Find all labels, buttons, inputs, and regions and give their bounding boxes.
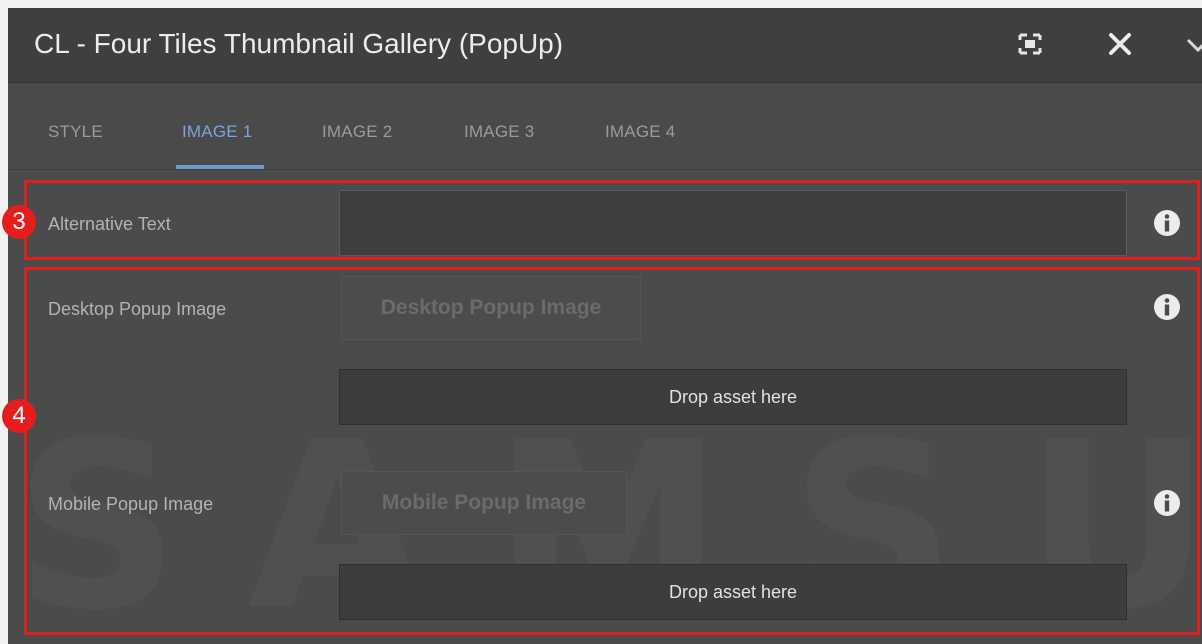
tab-image-1[interactable]: IMAGE 1 [182,122,252,142]
close-icon [1109,33,1131,55]
close-button[interactable] [1102,26,1138,62]
annotation-badge-3: 3 [2,205,36,239]
fullscreen-icon [1018,33,1042,55]
component-dialog: CL - Four Tiles Thumbnail Gallery (PopUp… [8,8,1202,644]
tab-style[interactable]: STYLE [48,122,103,142]
active-tab-indicator [176,165,264,169]
tab-bar: STYLE IMAGE 1 IMAGE 2 IMAGE 3 IMAGE 4 [8,83,1202,170]
annotation-box-4 [24,267,1200,635]
chevron-down-icon [1186,38,1202,53]
tab-image-4[interactable]: IMAGE 4 [605,122,675,142]
dialog-title: CL - Four Tiles Thumbnail Gallery (PopUp… [34,28,564,59]
annotation-badge-4: 4 [2,399,36,433]
fullscreen-button[interactable] [1012,26,1048,62]
tab-image-2[interactable]: IMAGE 2 [322,122,392,142]
dialog-titlebar: CL - Four Tiles Thumbnail Gallery (PopUp… [8,8,1202,83]
collapse-button[interactable] [1184,26,1202,62]
annotation-box-3 [24,180,1200,260]
tab-image-3[interactable]: IMAGE 3 [464,122,534,142]
